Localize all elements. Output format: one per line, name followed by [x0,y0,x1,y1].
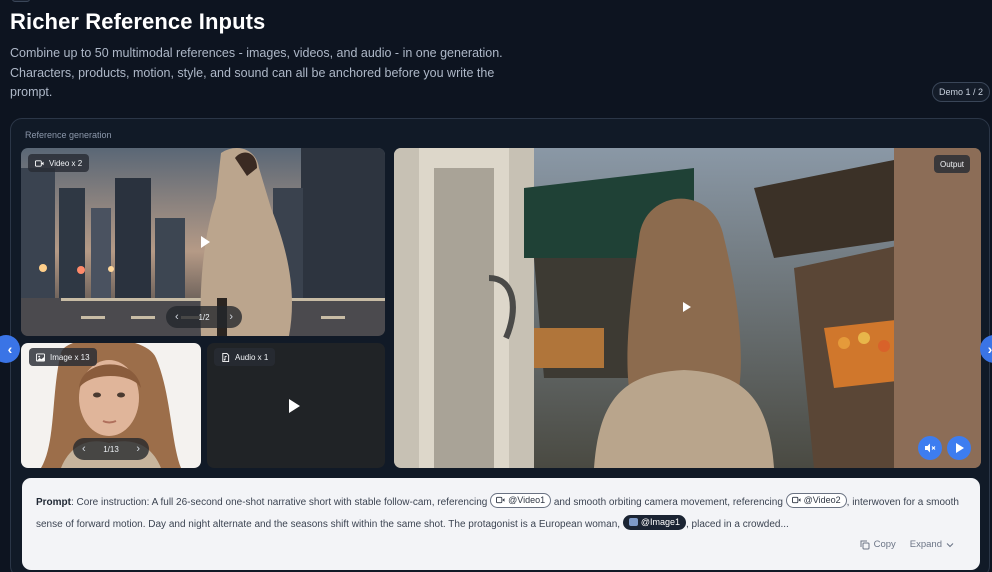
audio-file-icon [222,352,230,362]
chevron-right-icon[interactable]: › [229,311,233,323]
speaker-muted-icon [925,443,936,453]
page-subtitle: Combine up to 50 multimodal references -… [10,46,503,99]
copy-label: Copy [873,539,896,550]
image-count-chip: Image x 13 [29,348,97,366]
chevron-left-icon[interactable]: ‹ [175,311,179,323]
image1-reference-label: @Image1 [640,516,680,527]
chevron-left-icon: ‹ [7,341,13,357]
copy-button[interactable]: Copy [860,534,896,556]
prompt-segment-2: and smooth orbiting camera movement, ref… [551,497,786,508]
video-pager: ‹ 1/2 › [166,306,242,328]
demo-badge[interactable]: Demo 1 / 2 [932,82,990,102]
image-pager-label: 1/13 [103,444,119,454]
output-chip: Output [934,155,971,173]
play-icon[interactable] [289,399,300,413]
video-icon [791,496,801,504]
image-icon [36,352,45,362]
image-count-label: Image x 13 [50,352,90,362]
video-reference-card[interactable]: Video x 2 ‹ 1/2 › [21,148,385,336]
chevron-down-icon [946,543,954,548]
video-count-label: Video x 2 [49,158,83,168]
play-button[interactable] [947,436,971,460]
expand-button[interactable]: Expand [910,534,954,556]
prompt-actions: Copy Expand [860,534,954,556]
prompt-segment-1: : Core instruction: A full 26-second one… [71,497,491,508]
chevron-left-icon[interactable]: ‹ [82,443,86,455]
panel-label: Reference generation [25,130,112,140]
prompt-segment-4: , placed in a crowded... [685,519,789,530]
chevron-right-icon: › [987,341,992,357]
video-count-chip: Video x 2 [28,154,90,172]
audio-count-label: Audio x 1 [235,352,269,362]
audio-count-chip: Audio x 1 [214,348,276,366]
video2-reference-tag[interactable]: @Video2 [785,492,847,508]
chevron-right-icon[interactable]: › [136,443,140,455]
image-thumbnail-icon [628,518,638,526]
reference-panel: Reference generation Video x 2 ‹ 1/2 › I… [10,118,990,572]
mute-button[interactable] [918,436,942,460]
image-reference-card[interactable]: Image x 13 ‹ 1/13 › [21,343,201,468]
prompt-box: Prompt: Core instruction: A full 26-seco… [22,478,980,570]
video-pager-label: 1/2 [198,312,210,322]
output-video-card[interactable]: Output [394,148,981,468]
expand-label: Expand [909,539,942,550]
image1-reference-tag[interactable]: @Image1 [622,514,686,530]
copy-icon [860,540,870,550]
play-icon[interactable] [683,302,691,312]
video-icon [496,496,505,504]
page-title: Richer Reference Inputs [10,9,266,34]
prompt-text: Prompt: Core instruction: A full 26-seco… [36,492,966,540]
audio-reference-card[interactable]: Audio x 1 [207,343,385,468]
video1-reference-label: @Video1 [508,494,546,505]
play-icon[interactable] [201,236,210,248]
video-icon [35,159,44,167]
video2-reference-label: @Video2 [803,494,841,505]
prompt-label: Prompt [36,497,71,508]
video1-reference-tag[interactable]: @Video1 [490,492,552,508]
image-pager: ‹ 1/13 › [73,438,149,460]
play-icon [956,443,964,453]
top-scroll-stub [12,0,30,2]
